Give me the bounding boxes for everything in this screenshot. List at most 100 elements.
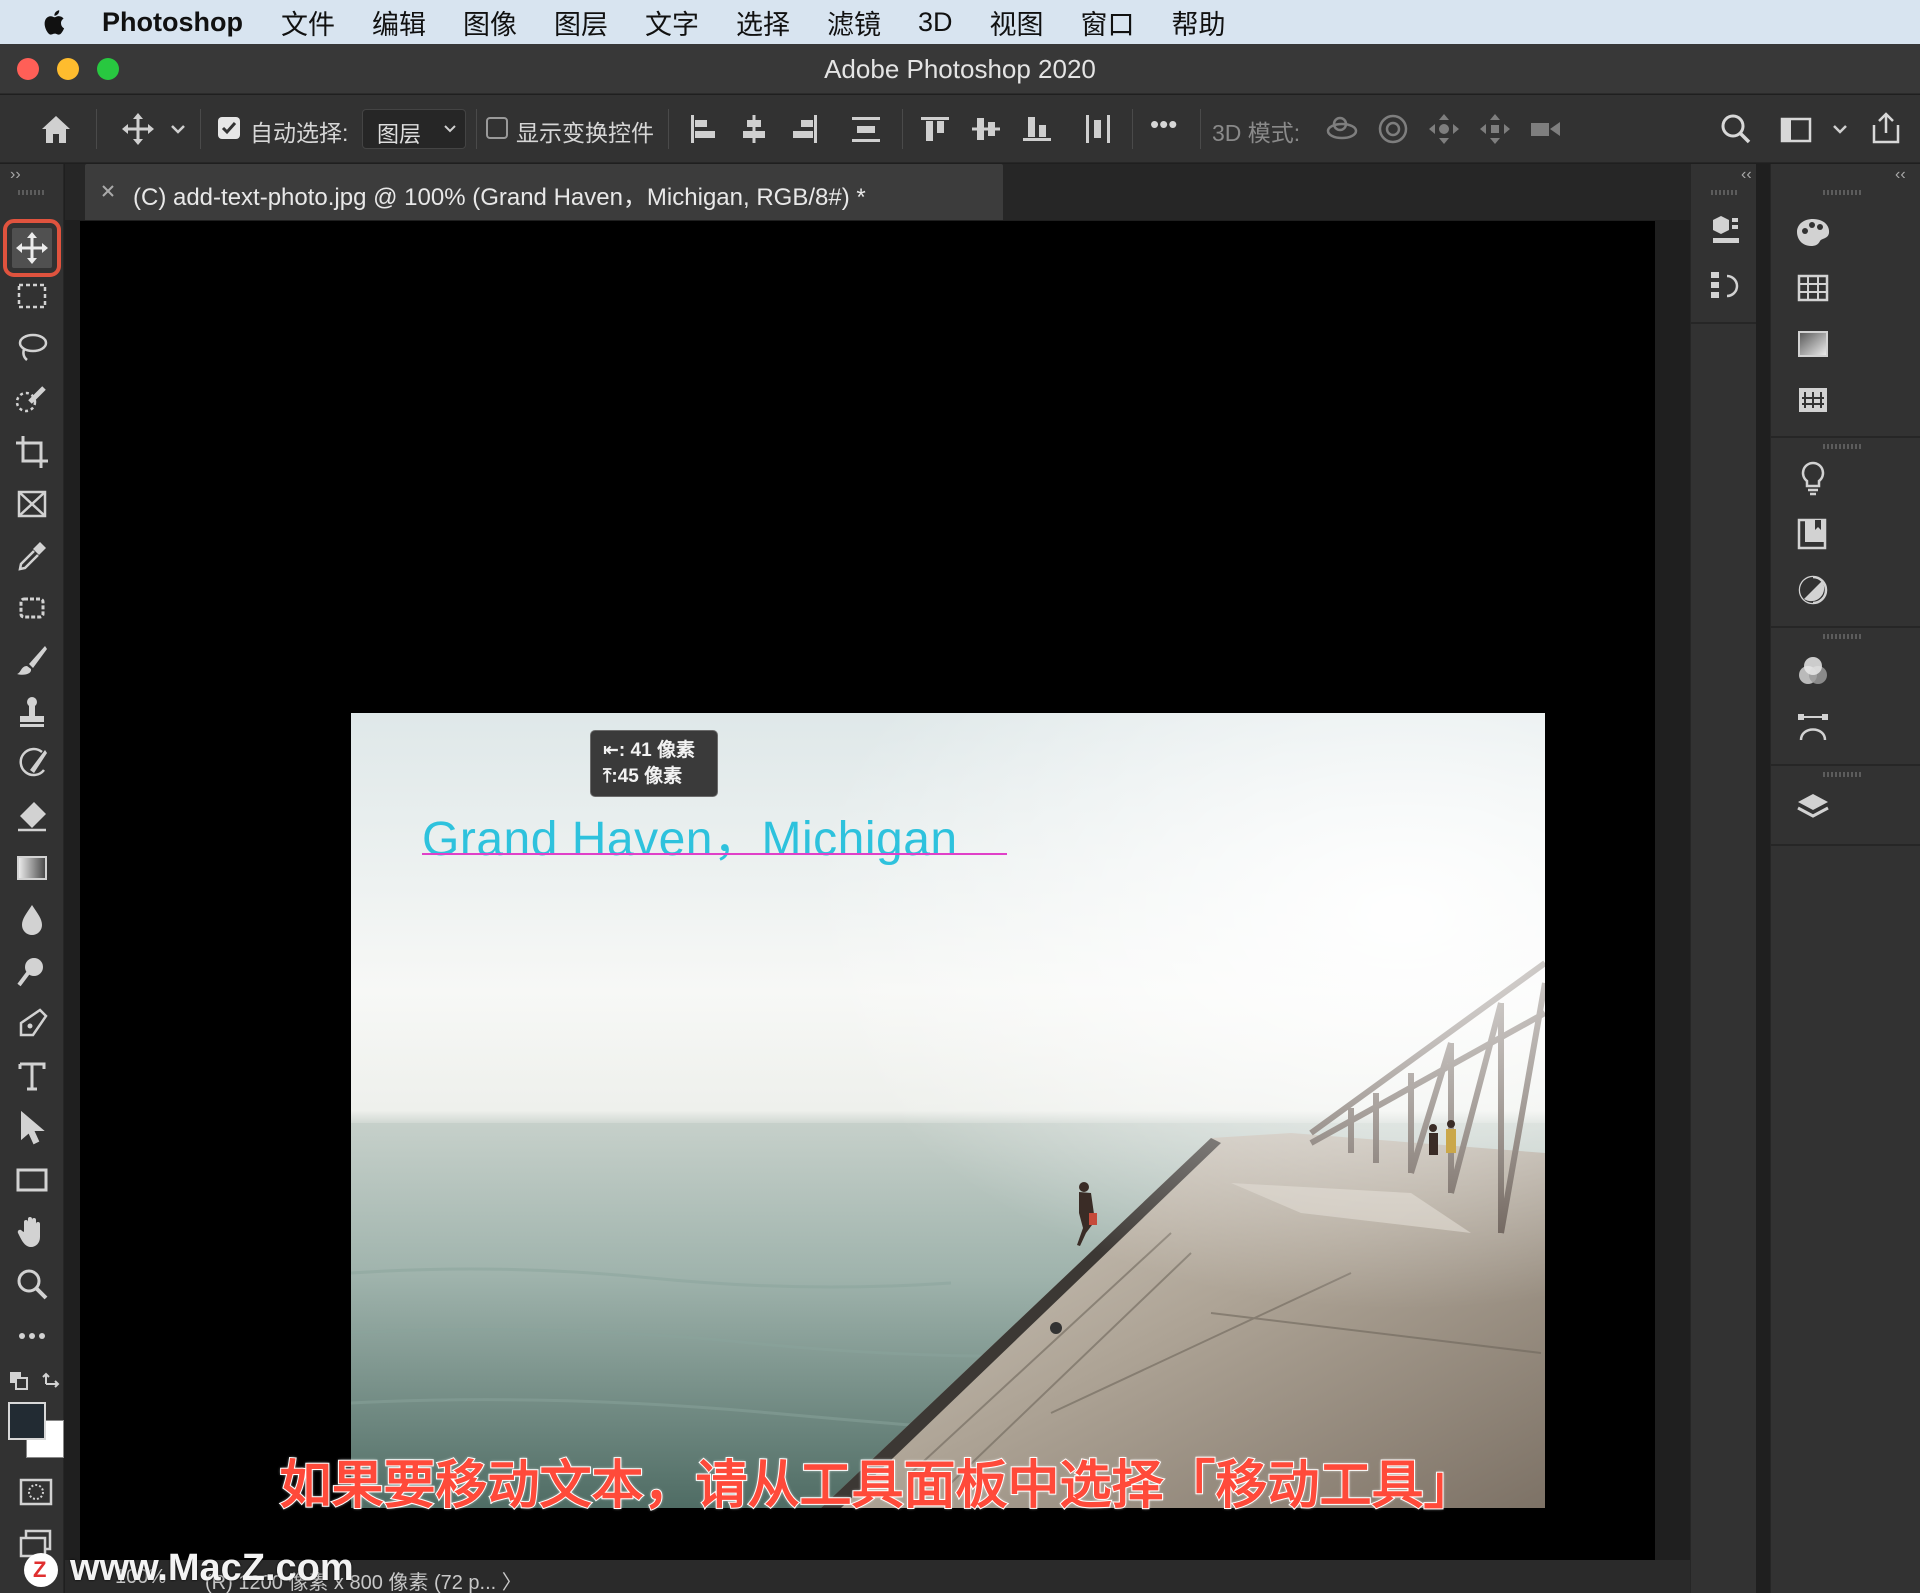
menu-3d[interactable]: 3D <box>918 7 953 38</box>
brush-tool[interactable] <box>12 640 52 680</box>
menu-bar: Photoshop 文件 编辑 图像 图层 文字 选择 滤镜 3D 视图 窗口 … <box>0 0 1920 44</box>
options-bar: 自动选择: 图层 显示变换控件 ••• 3D 模式: <box>0 95 1920 163</box>
collapse-panel-icon[interactable]: ‹‹ <box>1741 166 1752 184</box>
menu-file[interactable]: 文件 <box>281 3 335 42</box>
gradients-panel-icon[interactable] <box>1793 324 1833 364</box>
search-icon[interactable] <box>1716 109 1756 149</box>
align-horizontal-centers-icon[interactable] <box>734 109 774 149</box>
type-tool[interactable] <box>12 1056 52 1096</box>
pen-tool[interactable] <box>12 1004 52 1044</box>
menu-app-name[interactable]: Photoshop <box>102 7 243 38</box>
dodge-tool[interactable] <box>12 952 52 992</box>
3d-scale-camera-icon[interactable] <box>1526 109 1566 149</box>
menu-view[interactable]: 视图 <box>990 3 1044 42</box>
stamp-tool[interactable] <box>12 692 52 732</box>
foreground-color-swatch[interactable] <box>8 1402 46 1440</box>
tooltip-x-offset: ⇤: 41 像素 <box>603 740 695 761</box>
right-panel-column: ‹‹ <box>1770 164 1920 1593</box>
3d-panel-icon[interactable] <box>1705 210 1745 250</box>
workspace-icon[interactable] <box>1776 109 1816 149</box>
learn-panel-icon[interactable] <box>1793 458 1833 498</box>
libraries-panel-icon[interactable] <box>1793 514 1833 554</box>
chevron-down-icon[interactable] <box>1828 109 1852 149</box>
home-icon[interactable] <box>36 109 76 149</box>
auto-select-target-value: 图层 <box>377 122 422 147</box>
position-tooltip: ⇤: 41 像素 ⤒:45 像素 <box>590 730 718 797</box>
layers-panel-icon[interactable] <box>1793 788 1833 828</box>
swap-colors-icon[interactable] <box>40 1370 64 1394</box>
distribute-vertical-icon[interactable] <box>846 109 886 149</box>
align-right-edges-icon[interactable] <box>785 109 825 149</box>
rectangle-tool[interactable] <box>12 1160 52 1200</box>
apple-icon[interactable] <box>38 5 72 39</box>
3d-pan-icon[interactable] <box>1424 109 1464 149</box>
crop-tool[interactable] <box>12 432 52 472</box>
text-baseline-indicator <box>422 853 1007 855</box>
frame-tool[interactable] <box>12 484 52 524</box>
swatches-panel-icon[interactable] <box>1793 268 1833 308</box>
path-selection-tool[interactable] <box>12 1108 52 1148</box>
default-colors-icon[interactable] <box>8 1370 34 1394</box>
align-vertical-centers-icon[interactable] <box>966 109 1006 149</box>
document-tab[interactable]: (C) add-text-photo.jpg @ 100% (Grand Hav… <box>85 164 1003 220</box>
gradient-tool[interactable] <box>12 848 52 888</box>
marquee-tool[interactable] <box>12 276 52 316</box>
auto-select-checkbox[interactable] <box>218 117 240 139</box>
quick-selection-tool[interactable] <box>12 380 52 420</box>
tools-panel: ›› <box>0 164 64 1593</box>
chevron-down-icon <box>444 125 456 133</box>
patterns-panel-icon[interactable] <box>1793 380 1833 420</box>
history-panel-icon[interactable] <box>1705 266 1745 306</box>
auto-select-target-dropdown[interactable]: 图层 <box>362 109 466 149</box>
move-tool[interactable] <box>3 219 61 277</box>
paths-panel-icon[interactable] <box>1793 708 1833 748</box>
watermark-logo: Z <box>24 1553 58 1587</box>
align-left-edges-icon[interactable] <box>683 109 723 149</box>
color-panel-icon[interactable] <box>1793 212 1833 252</box>
edit-toolbar[interactable] <box>12 1316 52 1356</box>
3d-roll-icon[interactable] <box>1373 109 1413 149</box>
menu-select[interactable]: 选择 <box>736 3 790 42</box>
channels-panel-icon[interactable] <box>1793 652 1833 692</box>
patch-tool[interactable] <box>12 588 52 628</box>
more-options-button[interactable]: ••• <box>1150 109 1177 140</box>
eyedropper-tool[interactable] <box>12 536 52 576</box>
eraser-tool[interactable] <box>12 796 52 836</box>
align-top-edges-icon[interactable] <box>915 109 955 149</box>
show-transform-controls-checkbox[interactable] <box>486 117 508 139</box>
lasso-tool[interactable] <box>12 328 52 368</box>
chevron-down-icon[interactable] <box>166 109 190 149</box>
move-tool-preset-icon[interactable] <box>118 109 158 149</box>
collapse-panel-icon[interactable]: ‹‹ <box>1895 166 1906 184</box>
menu-type[interactable]: 文字 <box>645 3 699 42</box>
align-bottom-edges-icon[interactable] <box>1017 109 1057 149</box>
menu-edit[interactable]: 编辑 <box>372 3 426 42</box>
show-transform-controls-label: 显示变换控件 <box>516 120 654 146</box>
tooltip-y-offset: ⤒:45 像素 <box>603 766 683 787</box>
zoom-tool[interactable] <box>12 1264 52 1304</box>
document-tab-bar: (C) add-text-photo.jpg @ 100% (Grand Hav… <box>65 164 1690 220</box>
history-brush-tool[interactable] <box>12 744 52 784</box>
close-icon[interactable] <box>95 178 121 204</box>
tutorial-caption: 如果要移动文本，请从工具面板中选择「移动工具」 <box>278 1456 1476 1516</box>
menu-image[interactable]: 图像 <box>463 3 517 42</box>
menu-layer[interactable]: 图层 <box>554 3 608 42</box>
canvas-area[interactable]: Grand Haven，Michigan ⇤: 41 像素 ⤒:45 像素 <box>80 221 1655 1560</box>
window-title: Adobe Photoshop 2020 <box>824 54 1096 84</box>
document-tab-title: (C) add-text-photo.jpg @ 100% (Grand Hav… <box>133 184 866 211</box>
window-title-bar: Adobe Photoshop 2020 <box>0 44 1920 94</box>
text-layer-grand-haven[interactable]: Grand Haven，Michigan <box>422 799 958 869</box>
menu-window[interactable]: 窗口 <box>1081 3 1135 42</box>
distribute-horizontal-icon[interactable] <box>1078 109 1118 149</box>
3d-slide-icon[interactable] <box>1475 109 1515 149</box>
3d-orbit-icon[interactable] <box>1322 109 1362 149</box>
hand-tool[interactable] <box>12 1212 52 1252</box>
expand-panel-icon[interactable]: ›› <box>10 166 21 184</box>
menu-help[interactable]: 帮助 <box>1172 3 1226 42</box>
adjustments-panel-icon[interactable] <box>1793 570 1833 610</box>
3d-mode-label: 3D 模式: <box>1212 120 1301 146</box>
watermark-text: www.MacZ.com <box>70 1547 354 1589</box>
blur-tool[interactable] <box>12 900 52 940</box>
share-icon[interactable] <box>1866 109 1906 149</box>
menu-filter[interactable]: 滤镜 <box>827 3 881 42</box>
